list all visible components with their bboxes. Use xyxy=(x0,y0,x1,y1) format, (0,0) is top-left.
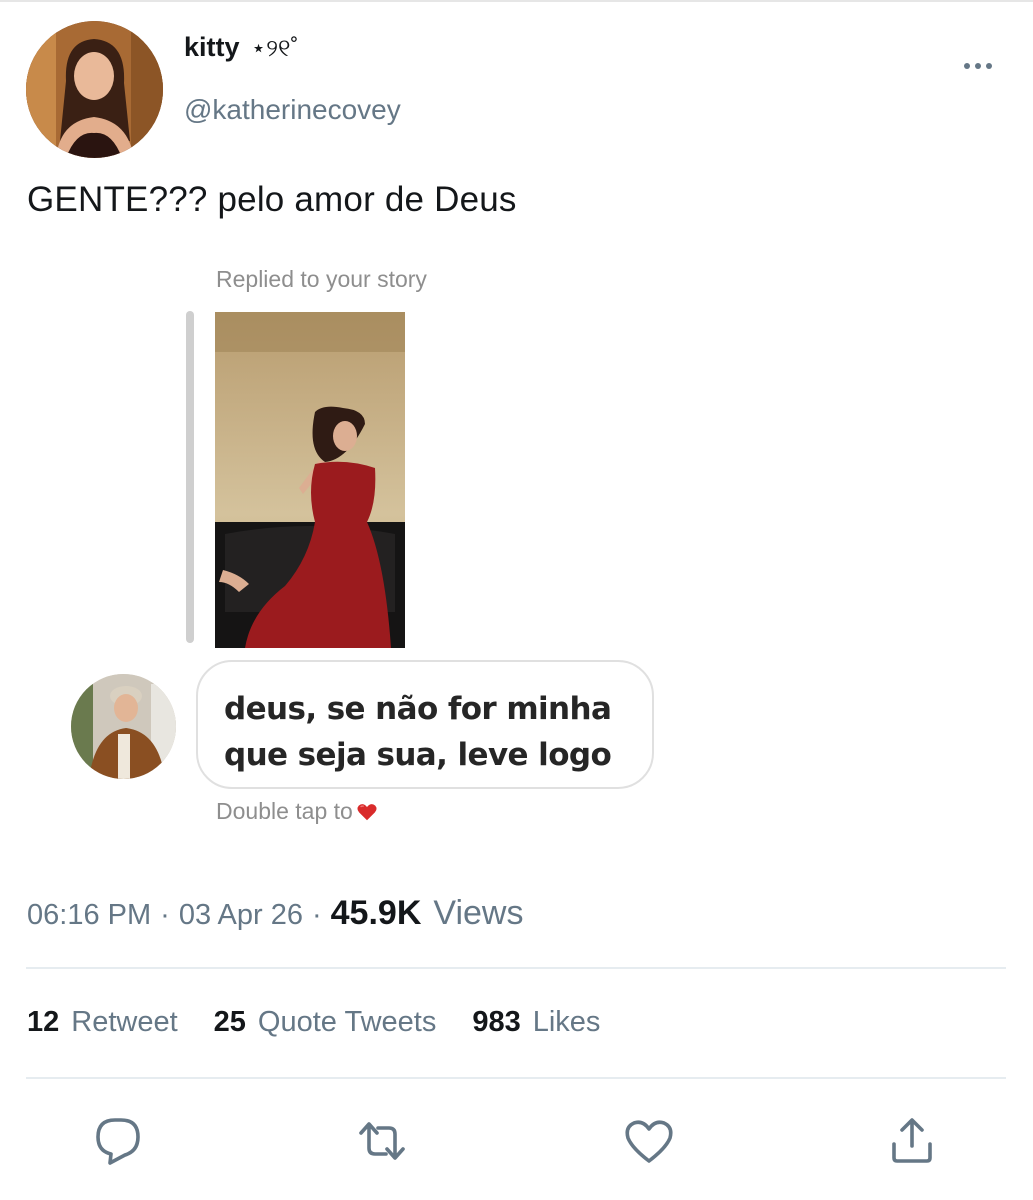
quotes-label: Quote Tweets xyxy=(257,1006,437,1038)
author-avatar[interactable] xyxy=(26,21,163,158)
author-handle[interactable]: @katherinecovey xyxy=(184,94,401,126)
author-display-name[interactable]: kitty ⋆୨୧˚ xyxy=(184,32,299,63)
reply-icon[interactable] xyxy=(91,1114,145,1168)
replied-to-story-label: Replied to your story xyxy=(216,266,427,292)
more-dot xyxy=(964,63,970,69)
stats-divider xyxy=(26,1077,1006,1079)
story-reply-bar xyxy=(186,311,194,643)
red-heart-emoji-icon xyxy=(357,803,377,820)
retweets-stat[interactable]: 12 Retweet xyxy=(27,1006,178,1039)
more-dot xyxy=(986,63,992,69)
sender-avatar[interactable] xyxy=(71,674,176,779)
retweets-label: Retweet xyxy=(71,1006,178,1038)
tweet-date[interactable]: 03 Apr 26 xyxy=(179,899,303,932)
likes-label: Likes xyxy=(532,1006,601,1038)
retweet-icon[interactable] xyxy=(355,1114,409,1168)
likes-count: 983 xyxy=(472,1006,521,1038)
retweets-count: 12 xyxy=(27,1006,60,1038)
meta-separator: · xyxy=(311,899,322,931)
tweet-time: 06:16 PM xyxy=(27,899,152,931)
dm-message-text: deus, se não for minha que seja sua, lev… xyxy=(224,691,612,773)
meta-divider xyxy=(26,967,1006,969)
tweet-text: GENTE??? pelo amor de Deus xyxy=(27,180,517,219)
meta-separator: · xyxy=(160,899,170,931)
story-image[interactable] xyxy=(215,312,405,648)
top-divider xyxy=(0,0,1033,2)
double-tap-label: Double tap to xyxy=(216,798,353,824)
dm-message-bubble[interactable]: deus, se não for minha que seja sua, lev… xyxy=(196,660,654,789)
tweet-stats: 12 Retweet 25 Quote Tweets 983 Likes xyxy=(27,1006,636,1039)
tweet-meta: 06:16 PM · 03 Apr 26 · 45.9K Views xyxy=(27,894,523,933)
views-count: 45.9K xyxy=(330,894,422,932)
more-dot xyxy=(975,63,981,69)
more-options-icon[interactable] xyxy=(958,52,998,80)
author-name-decoration: ⋆୨୧˚ xyxy=(251,35,299,62)
quote-tweets-stat[interactable]: 25 Quote Tweets xyxy=(214,1006,437,1039)
like-heart-icon[interactable] xyxy=(622,1114,676,1168)
author-name-text: kitty xyxy=(184,32,240,62)
quotes-count: 25 xyxy=(213,1006,246,1038)
share-icon[interactable] xyxy=(885,1114,939,1168)
likes-stat[interactable]: 983 Likes xyxy=(472,1006,600,1039)
double-tap-hint: Double tap to xyxy=(216,798,378,825)
views-label: Views xyxy=(433,894,524,932)
